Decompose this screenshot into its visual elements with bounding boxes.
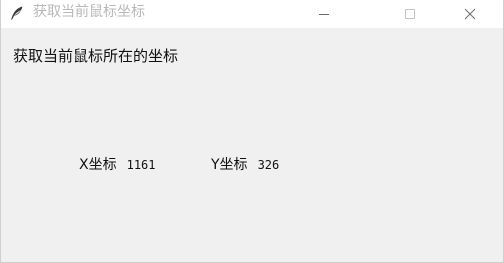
y-coordinate-value: 326 [257, 158, 280, 172]
minimize-icon [318, 8, 330, 20]
feather-icon [9, 5, 25, 21]
x-coordinate-label: X坐标 [79, 157, 117, 173]
x-coordinate-value: 1161 [126, 158, 156, 172]
window-title: 获取当前鼠标坐标 [33, 4, 145, 20]
y-coordinate-label: Y坐标 [211, 157, 248, 173]
app-window: 获取当前鼠标坐标 获取当前鼠标所在的坐标 X坐标 1161 Y坐标 326 [0, 0, 504, 263]
main-content: 获取当前鼠标所在的坐标 X坐标 1161 Y坐标 326 [1, 28, 503, 262]
y-coordinate-readout: Y坐标 326 [211, 156, 279, 174]
title-bar[interactable]: 获取当前鼠标坐标 [1, 0, 503, 28]
maximize-button[interactable] [387, 0, 433, 28]
maximize-icon [404, 8, 416, 20]
instruction-label: 获取当前鼠标所在的坐标 [13, 47, 179, 65]
x-coordinate-readout: X坐标 1161 [79, 156, 156, 174]
minimize-button[interactable] [301, 0, 347, 28]
close-button[interactable] [447, 0, 493, 28]
close-icon [464, 8, 476, 20]
